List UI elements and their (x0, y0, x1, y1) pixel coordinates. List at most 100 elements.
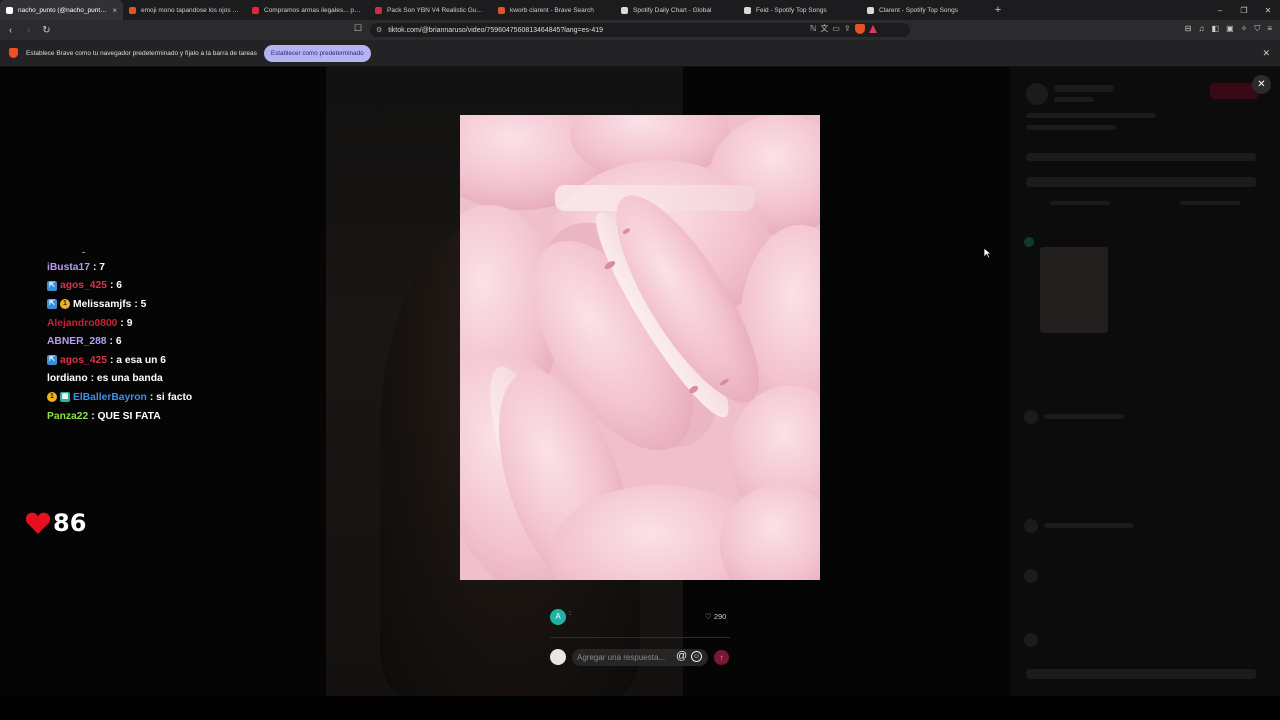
reply-like-value: 290 (713, 612, 727, 621)
sidebar-icon[interactable]: ⊟ (1185, 24, 1192, 34)
reply-username: : (569, 610, 571, 617)
background-thumbnail (1040, 247, 1108, 333)
back-button[interactable]: ‹ (3, 25, 18, 36)
translate-icon[interactable]: 文 (820, 23, 828, 34)
forward-button[interactable]: › (21, 25, 36, 36)
chat-username: iBusta17 (47, 261, 90, 273)
tab-4[interactable]: kworb clarent - Brave Search (492, 0, 615, 20)
tab-bar: nacho_punto (@nacho_punto) | × emoji mono … (0, 0, 1280, 20)
bg-line (1054, 85, 1114, 92)
reply-avatar[interactable]: A (550, 609, 566, 625)
bg-line (1054, 97, 1094, 102)
chat-message: iBusta17 : 7 (47, 258, 192, 277)
macaron-photo[interactable] (460, 115, 820, 580)
url-action-icons: ℕ 文 ▭ ⇪ (810, 23, 877, 34)
chat-message: ⇱ agos_425 : a esa un 6 (47, 351, 192, 370)
chat-message: 1 ▦ ElBallerBayron : si facto (47, 388, 192, 407)
tab-2[interactable]: Compramos armas ilegales... pero h (246, 0, 369, 20)
tab-5[interactable]: Spotify Daily Chart - Global (615, 0, 738, 20)
reply-row: A : ♡ 290 (550, 609, 730, 627)
tab-0[interactable]: nacho_punto (@nacho_punto) | × (0, 0, 123, 20)
panel-icon[interactable]: ◧ (1212, 24, 1220, 34)
bg-avatar (1024, 410, 1038, 424)
user-avatar (550, 649, 566, 665)
cast-icon[interactable]: ▭ (832, 24, 840, 33)
background-comments-panel (1010, 67, 1280, 696)
chat-text: : es una banda (90, 373, 163, 385)
send-button[interactable]: ↑ (714, 650, 729, 665)
chat-username: agos_425 (60, 354, 107, 366)
divider (550, 637, 730, 638)
wallet-icon[interactable]: ▣ (1226, 24, 1234, 34)
bg-link-row (1026, 177, 1256, 187)
chat-username: Alejandro0800 (47, 317, 118, 329)
macaron-image (460, 115, 820, 580)
badge-streak-icon: ⇱ (47, 299, 57, 310)
media-icon[interactable]: ♫ (1199, 24, 1205, 34)
reload-button[interactable]: ↻ (39, 25, 54, 36)
chat-message: lordiano : es una banda (47, 370, 192, 389)
brave-shields-icon[interactable] (854, 23, 865, 34)
chat-text: : 7 (92, 261, 105, 273)
chat-text: : 9 (120, 317, 133, 329)
tab-close-icon[interactable]: × (112, 6, 117, 15)
chat-message: ⇱ 1 Melissamjfs : 5 (47, 295, 192, 314)
modal-close-button[interactable]: ✕ (1252, 75, 1271, 94)
site-info-icon[interactable]: ⚙ (376, 26, 382, 34)
bookmark-icon[interactable]: ☐ (354, 23, 362, 34)
chat-text: : a esa un 6 (109, 354, 167, 366)
bg-tab (1050, 201, 1110, 205)
reply-input[interactable] (572, 649, 708, 666)
chat-username: ABNER_288 (47, 336, 107, 348)
minimize-button[interactable]: – (1208, 6, 1232, 15)
tab-favicon-icon (744, 6, 751, 14)
bg-line (1044, 414, 1124, 419)
stream-chat-overlay: iBusta17 : 7 ⇱ agos_425 : 6 ⇱ 1 Melissamjfs :… (47, 252, 192, 426)
tab-favicon-icon (621, 6, 628, 14)
set-default-button[interactable]: Establecer como predeterminado (263, 44, 371, 62)
reply-composer: @ ☺ ↑ (550, 648, 732, 667)
heart-count: 86 (53, 509, 87, 537)
menu-icon[interactable]: ≡ (1267, 24, 1272, 34)
bg-comment-input (1026, 669, 1256, 679)
share-icon[interactable]: ⇪ (844, 24, 851, 33)
url-text[interactable]: tiktok.com/@briannaruso/video/7596047560… (388, 27, 603, 34)
chat-message: Alejandro0800 : 9 (47, 314, 192, 333)
chat-scroll-marker (82, 252, 85, 253)
bg-tab (1180, 201, 1240, 205)
badge-streak-icon: ⇱ (47, 355, 57, 366)
tab-favicon-icon (375, 6, 382, 14)
vpn-icon[interactable]: ⛉ (1254, 24, 1260, 34)
heart-icon (25, 512, 51, 534)
close-window-button[interactable]: ✕ (1256, 6, 1280, 15)
tab-title: Spotify Daily Chart - Global (633, 6, 712, 14)
reply-like-count[interactable]: ♡ 290 (705, 612, 726, 621)
bg-avatar (1026, 83, 1048, 105)
chat-username: Melissamjfs (73, 298, 132, 310)
brave-rewards-icon[interactable] (868, 24, 877, 33)
tab-title: Feid - Spotify Top Songs (756, 6, 827, 14)
tab-title: emoji mono tapandose los ojos - Bra (141, 6, 240, 14)
heart-outline-icon[interactable]: ♡ (705, 612, 712, 621)
reader-icon[interactable]: ℕ (810, 24, 816, 33)
tab-favicon-icon (498, 6, 505, 14)
bg-avatar (1024, 519, 1038, 533)
restore-button[interactable]: ❐ (1232, 6, 1256, 15)
chat-text: : 6 (109, 336, 122, 348)
infobar-close-icon[interactable]: ✕ (1262, 48, 1270, 59)
bg-avatar (1024, 569, 1038, 583)
chat-message: Panza22 : QUE SI FATA (47, 407, 192, 426)
toolbar-right-icons: ⊟ ♫ ◧ ▣ ✧ ⛉ ≡ (1185, 24, 1272, 34)
tab-1[interactable]: emoji mono tapandose los ojos - Bra (123, 0, 246, 20)
tab-7[interactable]: Clarent - Spotify Top Songs (861, 0, 984, 20)
mention-icon[interactable]: @ (676, 650, 687, 662)
leo-icon[interactable]: ✧ (1241, 24, 1248, 34)
bg-avatar (1024, 633, 1038, 647)
badge-sub-icon: ▦ (60, 392, 70, 403)
new-tab-button[interactable]: + (988, 4, 1008, 16)
bg-line (1044, 523, 1134, 528)
chat-text: : si facto (149, 391, 193, 403)
emoji-icon[interactable]: ☺ (691, 651, 702, 662)
tab-3[interactable]: Pack Son YBN V4 Realistic Gun Soun (369, 0, 492, 20)
tab-6[interactable]: Feid - Spotify Top Songs (738, 0, 861, 20)
